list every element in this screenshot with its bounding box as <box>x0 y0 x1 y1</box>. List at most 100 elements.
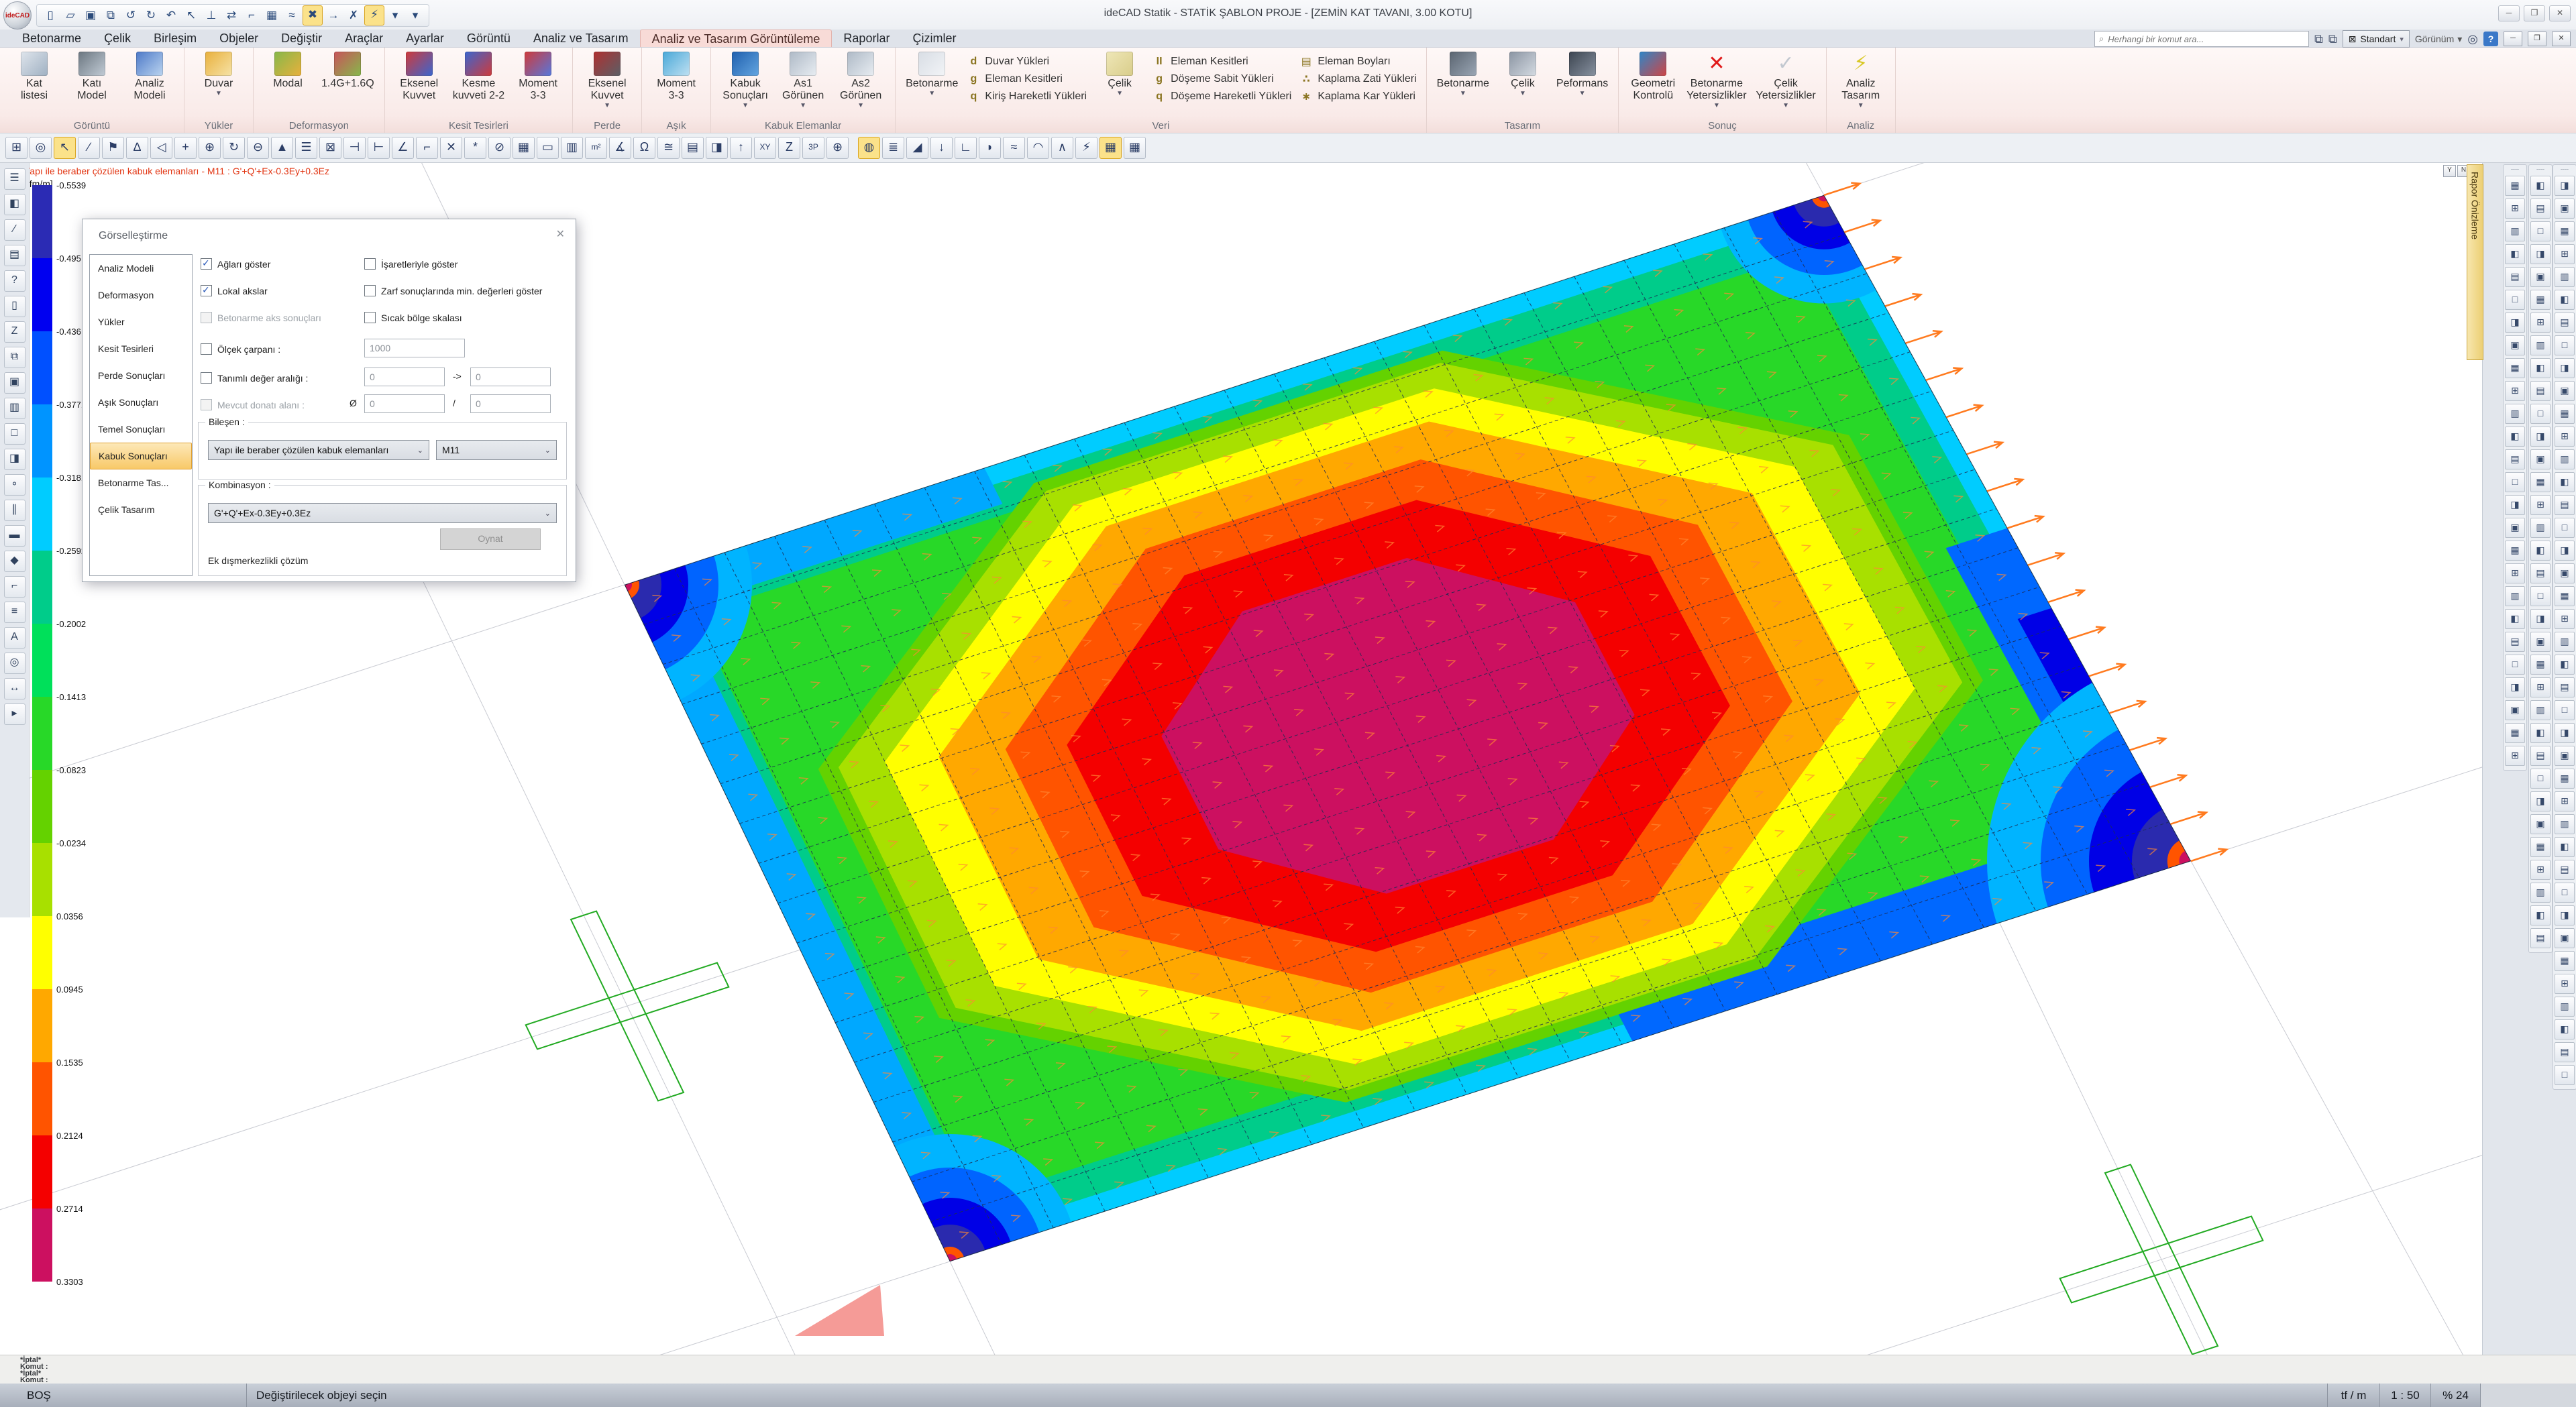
swap-icon[interactable]: ↔ <box>4 678 25 699</box>
right-tool-icon[interactable]: ◨ <box>2505 313 2525 333</box>
combination-select[interactable]: G'+Q'+Ex-0.3Ey+0.3Ez ⌄ <box>208 503 557 523</box>
region-icon[interactable]: ◗ <box>979 137 1001 159</box>
rotate-icon[interactable]: ↻ <box>223 137 245 159</box>
right-tool-icon[interactable]: ▥ <box>2530 518 2551 538</box>
right-tool-icon[interactable]: ▥ <box>2555 449 2575 469</box>
scale-icon[interactable]: ⊠ <box>319 137 341 159</box>
right-tool-icon[interactable]: ⊞ <box>2555 609 2575 629</box>
right-tool-icon[interactable]: ▦ <box>2555 221 2575 241</box>
right-tool-icon[interactable]: ▤ <box>2530 381 2551 401</box>
right-tool-icon[interactable]: ◧ <box>2530 723 2551 743</box>
rebar-spacing-input[interactable] <box>470 394 551 413</box>
mdi-restore-button[interactable]: ❐ <box>2528 32 2546 46</box>
right-tool-icon[interactable]: ▣ <box>2530 267 2551 287</box>
edit-icon[interactable]: ∕ <box>4 219 25 241</box>
a-lar-g-ster-checkbox[interactable] <box>201 258 212 270</box>
dialog-list-item-kabuk-sonu-lar[interactable]: Kabuk Sonuçları <box>90 443 192 469</box>
status-zoom[interactable]: % 24 <box>2431 1384 2481 1407</box>
right-tool-icon[interactable]: ◧ <box>2555 1019 2575 1039</box>
as2-g-r-nen-button[interactable]: As2Görünen▼ <box>832 50 890 111</box>
right-tool-icon[interactable]: ▦ <box>2530 472 2551 492</box>
kat-listesi-button[interactable]: Katlistesi <box>5 50 63 103</box>
flag-tool-icon[interactable]: ⚑ <box>102 137 124 159</box>
rotate-base-icon[interactable]: ⊖ <box>247 137 269 159</box>
right-tool-icon[interactable]: ◨ <box>2530 609 2551 629</box>
dialog-list-item-y-kler[interactable]: Yükler <box>90 308 192 335</box>
right-tool-icon[interactable]: ◨ <box>2530 791 2551 811</box>
expand-icon[interactable]: ▸ <box>4 704 25 725</box>
properties-icon[interactable]: ▤ <box>4 245 25 266</box>
search-input[interactable] <box>2106 34 2304 45</box>
stairs-icon[interactable]: ≣ <box>882 137 904 159</box>
right-tool-icon[interactable]: ◧ <box>2555 837 2575 857</box>
right-tool-icon[interactable]: ⊞ <box>2505 199 2525 219</box>
tab-raporlar[interactable]: Raporlar <box>832 30 901 47</box>
nodes-icon[interactable]: ∘ <box>4 474 25 496</box>
right-tool-icon[interactable]: ▣ <box>2555 928 2575 948</box>
component-type-select[interactable]: Yapı ile beraber çözülen kabuk elemanlar… <box>208 440 429 460</box>
close-button[interactable]: ✕ <box>2549 5 2571 21</box>
what-is-icon[interactable]: ? <box>4 270 25 292</box>
i-aretleriyle-g-ster-checkbox[interactable] <box>364 258 376 270</box>
dialog-list-item-elik-tasar-m[interactable]: Çelik Tasarım <box>90 496 192 523</box>
right-tool-icon[interactable]: ⊞ <box>2530 860 2551 880</box>
right-tool-icon[interactable]: ▤ <box>2505 267 2525 287</box>
lamp-icon[interactable]: ◍ <box>858 137 880 159</box>
mdi-close-button[interactable]: ✕ <box>2552 32 2571 46</box>
rebar-dia-input[interactable] <box>364 394 445 413</box>
kabuk-sonu-lar-button[interactable]: KabukSonuçları▼ <box>716 50 774 111</box>
right-tool-icon[interactable]: ▣ <box>2555 381 2575 401</box>
zoom-window-icon[interactable]: ⊞ <box>5 137 28 159</box>
right-tool-icon[interactable]: ▦ <box>2555 586 2575 606</box>
right-tool-icon[interactable]: ▦ <box>2530 837 2551 857</box>
split-view-icon[interactable]: ◨ <box>4 449 25 470</box>
select-tool-icon[interactable]: ↖ <box>54 137 76 159</box>
right-tool-icon[interactable]: □ <box>2530 586 2551 606</box>
close-icon[interactable]: ✕ <box>556 227 565 241</box>
right-tool-icon[interactable]: ⊞ <box>2555 974 2575 994</box>
component-result-select[interactable]: M11 ⌄ <box>436 440 557 460</box>
right-tool-icon[interactable]: ▥ <box>2555 997 2575 1017</box>
right-tool-icon[interactable]: ◨ <box>2555 905 2575 925</box>
kesme-kuvveti-2-2-button[interactable]: Kesmekuvveti 2-2 <box>448 50 509 103</box>
right-tool-icon[interactable]: ▤ <box>2505 449 2525 469</box>
right-tool-icon[interactable]: ⊞ <box>2505 381 2525 401</box>
right-tool-icon[interactable]: ▥ <box>2530 883 2551 903</box>
right-tool-icon[interactable]: ◨ <box>2555 176 2575 196</box>
copy-icon[interactable]: ⧉ <box>4 347 25 368</box>
layer-icon[interactable]: ▤ <box>682 137 704 159</box>
threep-icon[interactable]: 3P <box>802 137 824 159</box>
kiris-hareketli-yukleri-item[interactable]: qKiriş Hareketli Yükleri <box>967 88 1087 105</box>
right-tool-icon[interactable]: ▣ <box>2530 449 2551 469</box>
mirror-icon[interactable]: ▲ <box>271 137 293 159</box>
new-view-icon[interactable]: □ <box>4 423 25 445</box>
right-tool-icon[interactable]: ▤ <box>2555 1042 2575 1062</box>
right-tool-icon[interactable]: ◨ <box>2555 723 2575 743</box>
right-tool-icon[interactable]: ⊞ <box>2555 244 2575 264</box>
elik-button[interactable]: Çelik▼ <box>1091 50 1148 99</box>
kaplama-zati-yukleri-item[interactable]: ∴Kaplama Zati Yükleri <box>1299 70 1416 88</box>
delete-icon[interactable]: ✕ <box>440 137 462 159</box>
tab-izimler[interactable]: Çizimler <box>901 30 967 47</box>
analiz-tasar-m-button[interactable]: ⚡AnalizTasarım▼ <box>1832 50 1890 111</box>
viewport-icon[interactable]: ◨ <box>706 137 728 159</box>
range-from-input[interactable] <box>364 368 445 386</box>
pen-tool-icon[interactable]: ∕ <box>78 137 100 159</box>
profile-select[interactable]: ⊠ Standart ▾ <box>2343 30 2410 48</box>
duvar-yukleri-item[interactable]: dDuvar Yükleri <box>967 53 1087 70</box>
area-icon[interactable]: m² <box>585 137 607 159</box>
section-icon[interactable]: ▥ <box>561 137 583 159</box>
snap-diamond-icon[interactable]: ◆ <box>4 551 25 572</box>
right-tool-icon[interactable]: ◨ <box>2530 427 2551 447</box>
eksenel-kuvvet-button[interactable]: EksenelKuvvet▼ <box>578 50 636 111</box>
right-tool-icon[interactable]: ⊞ <box>2555 427 2575 447</box>
origin-icon[interactable]: ⊕ <box>826 137 849 159</box>
betonarme-button[interactable]: Betonarme▼ <box>901 50 963 99</box>
text-icon[interactable]: A <box>4 627 25 649</box>
right-tool-icon[interactable]: ▦ <box>2555 951 2575 971</box>
tab-analiz-ve-tasar-m-g-r-nt-leme[interactable]: Analiz ve Tasarım Görüntüleme <box>640 30 833 47</box>
chart-icon[interactable]: ∧ <box>1051 137 1073 159</box>
modal-button[interactable]: Modal <box>259 50 317 91</box>
right-tool-icon[interactable]: ▤ <box>2530 563 2551 583</box>
right-tool-icon[interactable]: ▤ <box>2555 860 2575 880</box>
